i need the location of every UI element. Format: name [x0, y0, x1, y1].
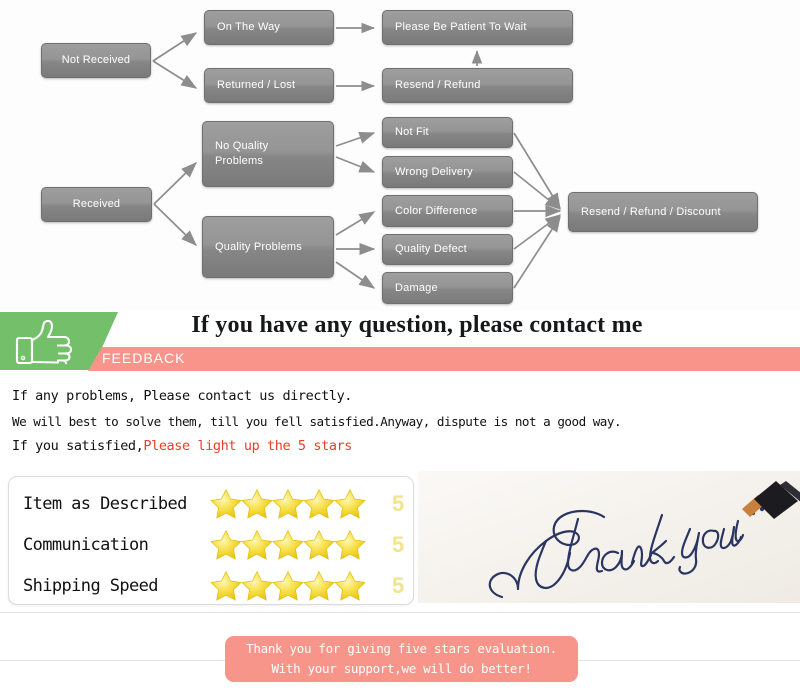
returns-flowchart: Not Received On The Way Returned / Lost Ple…: [0, 0, 800, 310]
paragraph-line-1: If any problems, Please contact us direc…: [12, 388, 353, 404]
flow-node-received: Received: [41, 187, 152, 222]
flow-node-not-fit: Not Fit: [382, 117, 513, 148]
flow-node-damage: Damage: [382, 272, 513, 304]
rating-score: 5: [392, 573, 405, 598]
star-icon: [241, 529, 273, 560]
divider-top: [0, 612, 800, 613]
rating-score: 5: [392, 532, 405, 557]
flow-node-label: No Quality Problems: [215, 140, 269, 167]
rating-stars: [209, 528, 366, 562]
bottom-banner-line-1: Thank you for giving five stars evaluati…: [246, 641, 557, 656]
feedback-label: FEEDBACK: [102, 350, 186, 366]
star-icon: [241, 570, 273, 601]
flow-node-label: Wrong Delivery: [395, 165, 473, 178]
flow-node-label: On The Way: [217, 21, 281, 34]
star-icon: [303, 570, 335, 601]
rating-row: Item as Described 5: [9, 483, 413, 525]
star-icon: [334, 570, 366, 601]
star-icon: [210, 488, 242, 519]
fountain-pen-icon: [742, 481, 800, 519]
rating-label: Shipping Speed: [23, 576, 158, 596]
flow-node-label: Not Received: [61, 54, 131, 67]
paragraph-line-3: If you satisfied,Please light up the 5 s…: [12, 434, 792, 459]
flow-node-label: Resend / Refund: [395, 79, 481, 92]
feedback-bar: [88, 347, 800, 371]
ratings-card: Item as Described 5 Communication 5 Shipping…: [8, 476, 414, 605]
rating-score: 5: [392, 491, 405, 516]
star-icon: [272, 488, 304, 519]
feedback-paragraph: If any problems, Please contact us direc…: [12, 384, 792, 459]
rating-stars: [209, 569, 366, 603]
star-icon: [272, 529, 304, 560]
star-icon: [334, 488, 366, 519]
rating-label: Item as Described: [23, 494, 187, 514]
star-icon: [334, 529, 366, 560]
page-title: If you have any question, please contact…: [191, 312, 643, 338]
flow-node-wrong-delivery: Wrong Delivery: [382, 156, 513, 188]
star-icon: [303, 488, 335, 519]
paragraph-line-3-highlight: Please light up the 5 stars: [143, 438, 353, 454]
flow-node-label: Received: [72, 198, 121, 211]
paragraph-line-3-plain: If you satisfied,: [12, 438, 144, 454]
rating-row: Shipping Speed 5: [9, 565, 413, 604]
star-icon: [241, 488, 273, 519]
paragraph-line-2: We will best to solve them, till you fel…: [12, 414, 622, 429]
flow-node-resend-refund-discount: Resend / Refund / Discount: [568, 192, 758, 232]
page-root: Not Received On The Way Returned / Lost Ple…: [0, 0, 800, 692]
flow-node-returned-lost: Returned / Lost: [204, 68, 334, 103]
rating-row: Communication 5: [9, 524, 413, 566]
flow-node-label: Resend / Refund / Discount: [581, 205, 721, 218]
flow-node-label: Quality Problems: [215, 240, 302, 253]
flow-node-label: Not Fit: [395, 126, 429, 139]
flow-node-label: Quality Defect: [395, 243, 467, 256]
rating-label: Communication: [23, 535, 149, 555]
flow-node-label: Color Difference: [395, 204, 478, 217]
star-icon: [272, 570, 304, 601]
flow-node-please-be-patient: Please Be Patient To Wait: [382, 10, 573, 45]
rating-stars: [209, 487, 366, 521]
flow-node-label: Please Be Patient To Wait: [395, 21, 527, 34]
flow-node-quality-defect: Quality Defect: [382, 234, 513, 265]
flow-node-label: Damage: [395, 281, 438, 294]
bottom-banner: Thank you for giving five stars evaluati…: [225, 636, 578, 682]
flow-node-on-the-way: On The Way: [204, 10, 334, 45]
flow-node-not-received: Not Received: [41, 43, 151, 78]
flow-node-color-difference: Color Difference: [382, 195, 513, 227]
thank-you-photo: [418, 471, 800, 603]
flow-node-quality-problems: Quality Problems: [202, 216, 334, 278]
star-icon: [210, 529, 242, 560]
flow-node-label: Returned / Lost: [217, 79, 296, 92]
flow-node-resend-refund: Resend / Refund: [382, 68, 573, 103]
bottom-banner-line-2: With your support,we will do better!: [271, 661, 532, 676]
flow-node-no-quality-problems: No Quality Problems: [202, 121, 334, 187]
star-icon: [210, 570, 242, 601]
star-icon: [303, 529, 335, 560]
